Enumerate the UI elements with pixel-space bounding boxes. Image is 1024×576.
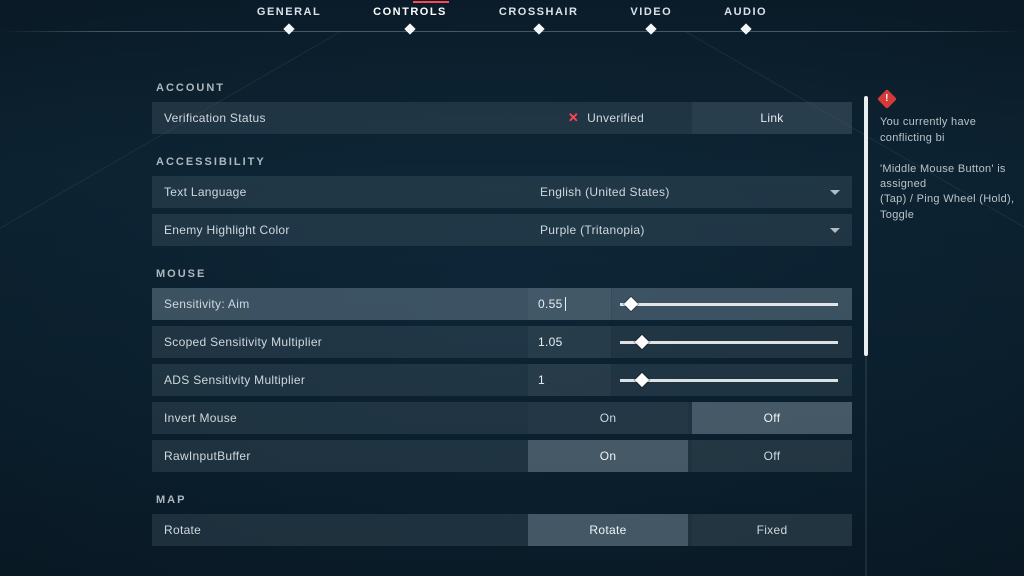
rotate-toggle: Rotate Fixed (528, 514, 852, 546)
tab-label: AUDIO (724, 6, 767, 18)
toggle-label: On (600, 411, 617, 425)
row-raw-input-buffer: RawInputBuffer On Off (152, 440, 852, 472)
toggle-label: Rotate (589, 523, 626, 537)
row-label: Rotate (152, 514, 528, 546)
row-label: RawInputBuffer (152, 440, 528, 472)
row-controls: 1.05 (528, 326, 852, 358)
slider-knob[interactable] (624, 297, 638, 311)
tab-video[interactable]: VIDEO (630, 6, 672, 28)
content-area: ACCOUNT Verification Status ✕ Unverified… (0, 60, 1024, 576)
slider-value-text: 1.05 (538, 335, 563, 349)
toggle-label: Fixed (757, 523, 788, 537)
chevron-down-icon (830, 190, 840, 195)
alert-icon (880, 92, 894, 106)
diamond-icon (646, 23, 657, 34)
row-controls: Purple (Tritanopia) (528, 214, 852, 246)
toggle-label: On (600, 449, 617, 463)
toggle-option-on[interactable]: On (528, 402, 688, 434)
link-button[interactable]: Link (692, 102, 852, 134)
row-rotate: Rotate Rotate Fixed (152, 514, 852, 546)
row-text-language: Text Language English (United States) (152, 176, 852, 208)
row-controls: ✕ Unverified Link (526, 102, 852, 134)
section-title-account: ACCOUNT (156, 82, 852, 94)
sensitivity-aim-slider[interactable] (620, 288, 852, 320)
tab-audio[interactable]: AUDIO (724, 6, 767, 28)
divider (0, 31, 1024, 32)
toggle-option-off[interactable]: Off (692, 440, 852, 472)
x-icon: ✕ (568, 110, 579, 126)
scrollbar-thumb[interactable] (864, 96, 868, 356)
row-label: Invert Mouse (152, 402, 528, 434)
row-label: Text Language (152, 176, 528, 208)
row-label: Sensitivity: Aim (152, 288, 528, 320)
tab-general[interactable]: GENERAL (257, 6, 321, 28)
row-label: ADS Sensitivity Multiplier (152, 364, 528, 396)
text-caret (565, 297, 566, 311)
section-title-map: MAP (156, 494, 852, 506)
tab-controls[interactable]: CONTROLS (373, 6, 447, 28)
row-controls: Rotate Fixed (528, 514, 852, 546)
warning-text-3: (Tap) / Ping Wheel (Hold), Toggle (880, 192, 1024, 223)
ads-sensitivity-slider[interactable] (620, 364, 852, 396)
slider-value-text: 1 (538, 373, 545, 387)
row-controls: English (United States) (528, 176, 852, 208)
link-label: Link (760, 111, 783, 125)
toggle-option-fixed[interactable]: Fixed (692, 514, 852, 546)
row-label: Enemy Highlight Color (152, 214, 528, 246)
row-ads-sensitivity: ADS Sensitivity Multiplier 1 (152, 364, 852, 396)
diamond-icon (533, 23, 544, 34)
tab-label: CONTROLS (373, 6, 447, 18)
active-tab-marker (413, 1, 449, 3)
diamond-icon (283, 23, 294, 34)
language-dropdown[interactable]: English (United States) (528, 176, 852, 208)
chevron-down-icon (830, 228, 840, 233)
row-label: Verification Status (152, 102, 526, 134)
ads-sensitivity-input[interactable]: 1 (528, 364, 612, 396)
tab-crosshair[interactable]: CROSSHAIR (499, 6, 579, 28)
row-enemy-highlight-color: Enemy Highlight Color Purple (Tritanopia… (152, 214, 852, 246)
slider-knob[interactable] (635, 335, 649, 349)
section-title-mouse: MOUSE (156, 268, 852, 280)
warning-text-2: 'Middle Mouse Button' is assigned (880, 162, 1024, 193)
toggle-option-on[interactable]: On (528, 440, 688, 472)
slider-knob[interactable] (635, 373, 649, 387)
toggle-option-off[interactable]: Off (692, 402, 852, 434)
warning-panel: You currently have conflicting bi 'Middl… (874, 60, 1024, 576)
row-controls: On Off (528, 402, 852, 434)
status-text: Unverified (587, 111, 644, 125)
row-controls: On Off (528, 440, 852, 472)
diamond-icon (404, 23, 415, 34)
row-label: Scoped Sensitivity Multiplier (152, 326, 528, 358)
row-controls: 0.55 (528, 288, 852, 320)
raw-input-buffer-toggle: On Off (528, 440, 852, 472)
row-controls: 1 (528, 364, 852, 396)
scoped-sensitivity-input[interactable]: 1.05 (528, 326, 612, 358)
tab-label: VIDEO (630, 6, 672, 18)
warning-text-1: You currently have conflicting bi (880, 115, 1024, 146)
scoped-sensitivity-slider[interactable] (620, 326, 852, 358)
toggle-label: Off (764, 449, 781, 463)
toggle-label: Off (764, 411, 781, 425)
highlight-color-dropdown[interactable]: Purple (Tritanopia) (528, 214, 852, 246)
invert-mouse-toggle: On Off (528, 402, 852, 434)
sensitivity-aim-input[interactable]: 0.55 (528, 288, 612, 320)
row-sensitivity-aim: Sensitivity: Aim 0.55 (152, 288, 852, 320)
toggle-option-rotate[interactable]: Rotate (528, 514, 688, 546)
section-title-accessibility: ACCESSIBILITY (156, 156, 852, 168)
row-verification-status: Verification Status ✕ Unverified Link (152, 102, 852, 134)
dropdown-value: English (United States) (540, 185, 670, 199)
dropdown-value: Purple (Tritanopia) (540, 223, 645, 237)
tab-label: CROSSHAIR (499, 6, 579, 18)
row-scoped-sensitivity: Scoped Sensitivity Multiplier 1.05 (152, 326, 852, 358)
slider-value-text: 0.55 (538, 297, 563, 311)
diamond-icon (740, 23, 751, 34)
scrollbar[interactable] (864, 96, 868, 576)
tab-label: GENERAL (257, 6, 321, 18)
verification-status-value: ✕ Unverified (526, 102, 686, 134)
settings-tabs: GENERAL CONTROLS CROSSHAIR VIDEO AUDIO (0, 0, 1024, 28)
row-invert-mouse: Invert Mouse On Off (152, 402, 852, 434)
settings-list: ACCOUNT Verification Status ✕ Unverified… (0, 60, 864, 576)
